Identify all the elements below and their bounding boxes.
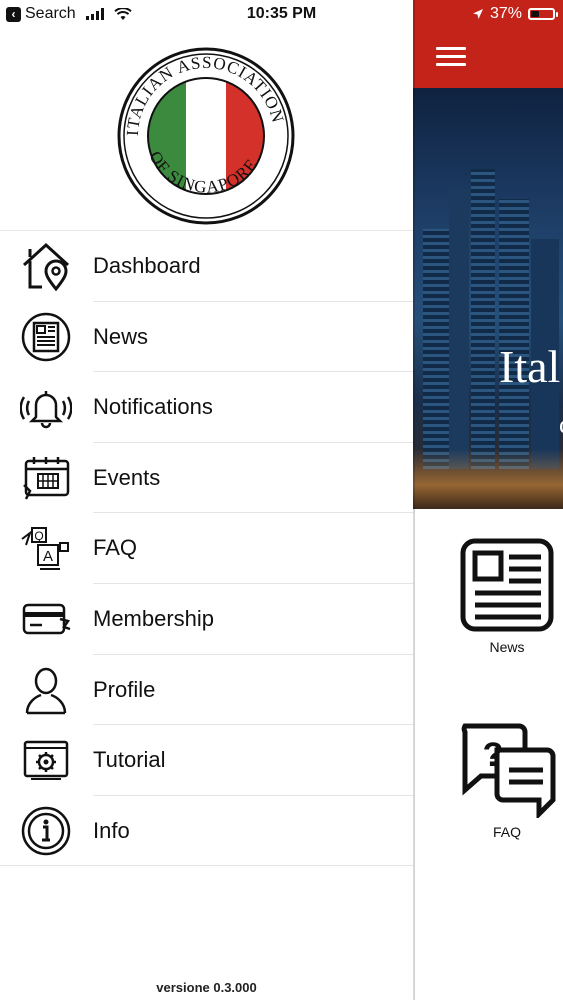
- status-bar-right: 37%: [472, 5, 558, 23]
- svg-text:A: A: [43, 548, 53, 565]
- newspaper-icon: [20, 312, 72, 362]
- menu-item-notifications[interactable]: Notifications: [0, 372, 413, 443]
- battery-percent: 37%: [489, 5, 522, 22]
- menu-item-label: Membership: [93, 605, 215, 631]
- faq-tile-label: FAQ: [492, 824, 521, 840]
- main-app-view: Ital c News ? FAQ: [413, 0, 563, 1000]
- battery-level: [531, 11, 539, 17]
- hero-subtitle: c: [559, 410, 563, 440]
- info-icon: [20, 806, 72, 856]
- menu-item-faq[interactable]: Q A FAQ: [0, 513, 413, 584]
- side-drawer: ITALIAN ASSOCIATION OF SINGAPORE Dashboa…: [0, 0, 413, 1000]
- tutorial-gear-icon: [20, 735, 72, 785]
- menu-item-tutorial[interactable]: Tutorial: [0, 725, 413, 796]
- membership-card-icon: [20, 594, 72, 644]
- menu-item-news[interactable]: News: [0, 302, 413, 373]
- bell-icon: [20, 382, 72, 432]
- status-bar: ‹ Search 10:35 PM 37%: [0, 0, 563, 30]
- calendar-icon: [20, 453, 72, 503]
- menu-item-label: Tutorial: [93, 747, 166, 773]
- user-icon: [20, 665, 72, 715]
- menu-item-info[interactable]: Info: [0, 796, 413, 867]
- news-tile-label: News: [489, 639, 525, 655]
- menu-item-label: Notifications: [93, 394, 213, 420]
- menu-item-label: Profile: [93, 676, 156, 702]
- location-arrow-icon: [472, 9, 483, 19]
- menu-item-label: Dashboard: [93, 253, 201, 278]
- menu-item-label: News: [93, 323, 149, 349]
- home-location-icon: [20, 241, 72, 291]
- divider: [0, 865, 413, 867]
- menu-item-label: FAQ: [93, 535, 138, 561]
- hero-banner: Ital c: [413, 88, 563, 509]
- drawer-menu: Dashboard News Notifications Events Q A …: [0, 230, 413, 867]
- svg-text:?: ?: [483, 736, 504, 774]
- menu-item-dashboard[interactable]: Dashboard: [0, 231, 413, 302]
- newspaper-icon: [460, 538, 554, 632]
- news-tile[interactable]: News: [442, 537, 563, 655]
- hero-title: Ital: [499, 341, 561, 392]
- menu-item-membership[interactable]: Membership: [0, 584, 413, 655]
- svg-text:Q: Q: [34, 529, 43, 543]
- app-version: versione 0.3.000: [156, 980, 257, 995]
- menu-item-label: Info: [93, 817, 130, 843]
- hamburger-menu-icon[interactable]: [436, 47, 466, 66]
- menu-item-label: Events: [93, 464, 161, 490]
- menu-item-profile[interactable]: Profile: [0, 655, 413, 726]
- association-logo: ITALIAN ASSOCIATION OF SINGAPORE: [117, 47, 295, 225]
- faq-chat-icon: ?: [461, 723, 556, 818]
- faq-tile[interactable]: ? FAQ: [442, 722, 563, 840]
- menu-item-events[interactable]: Events: [0, 443, 413, 514]
- battery-icon: [528, 8, 558, 20]
- faq-icon: Q A: [20, 523, 72, 573]
